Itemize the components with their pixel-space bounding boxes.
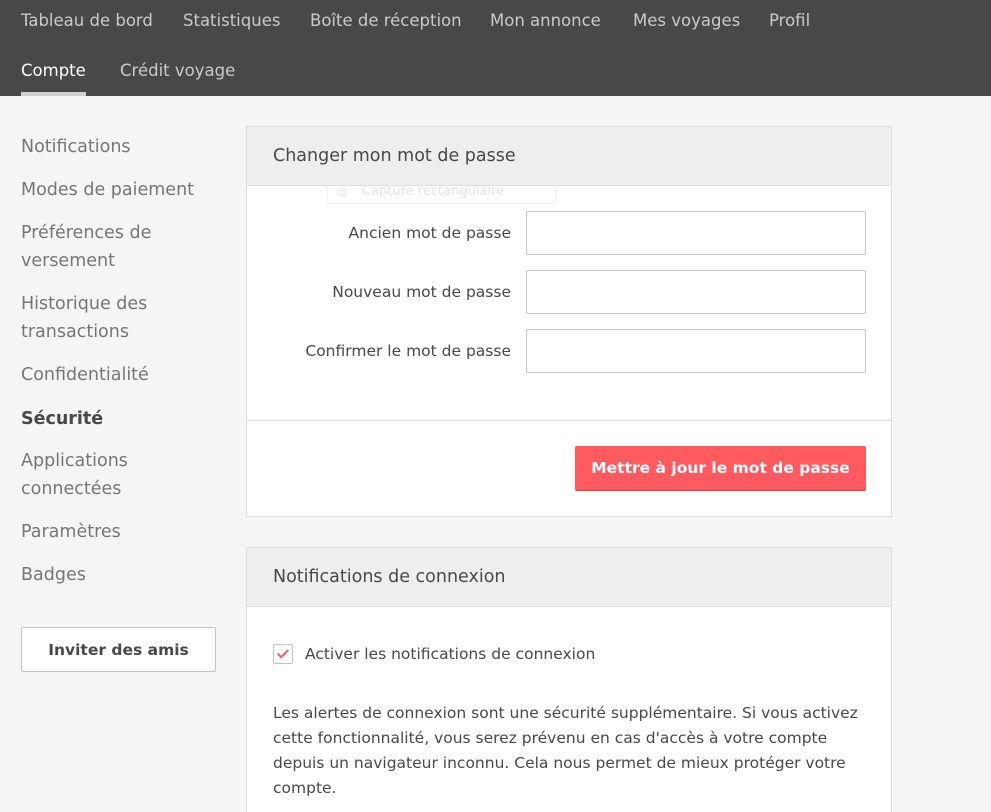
sidebar-item-preferences-de-versement[interactable]: Préférences de versement bbox=[21, 219, 181, 275]
old-password-label: Ancien mot de passe bbox=[348, 224, 511, 242]
subnav-compte[interactable]: Compte bbox=[21, 50, 86, 96]
sidebar-item-parametres[interactable]: Paramètres bbox=[21, 518, 221, 546]
new-password-input[interactable] bbox=[526, 270, 866, 314]
nav-mes-voyages[interactable]: Mes voyages bbox=[633, 0, 740, 44]
change-password-panel: Changer mon mot de passe Capture rectang… bbox=[246, 126, 892, 517]
login-notifications-checkbox[interactable] bbox=[273, 644, 293, 664]
confirm-password-label: Confirmer le mot de passe bbox=[305, 342, 511, 360]
nav-mon-annonce[interactable]: Mon annonce bbox=[490, 0, 601, 44]
nav-tableau-de-bord[interactable]: Tableau de bord bbox=[21, 0, 153, 44]
login-notifications-description: Les alertes de connexion sont une sécuri… bbox=[273, 704, 858, 797]
invite-friends-button[interactable]: Inviter des amis bbox=[21, 627, 216, 672]
nav-statistiques[interactable]: Statistiques bbox=[183, 0, 280, 44]
ghost-capture-overlay: Capture rectangulaire bbox=[327, 180, 557, 204]
sidebar-item-securite[interactable]: Sécurité bbox=[21, 405, 221, 433]
sidebar-item-notifications[interactable]: Notifications bbox=[21, 133, 221, 161]
nav-profil[interactable]: Profil bbox=[769, 0, 810, 44]
login-notifications-checkbox-label[interactable]: Activer les notifications de connexion bbox=[305, 643, 595, 665]
login-notifications-panel: Notifications de connexion Activer les n… bbox=[246, 547, 892, 812]
ghost-radio-icon bbox=[337, 187, 347, 197]
change-password-title: Changer mon mot de passe bbox=[247, 127, 891, 186]
top-navigation: Tableau de bord Statistiques Boîte de ré… bbox=[0, 0, 991, 96]
confirm-password-input[interactable] bbox=[526, 329, 866, 373]
sidebar-item-badges[interactable]: Badges bbox=[21, 561, 221, 589]
ghost-capture-text: Capture rectangulaire bbox=[362, 184, 505, 199]
sidebar-item-applications-connectees[interactable]: Applications connectées bbox=[21, 447, 161, 503]
new-password-label: Nouveau mot de passe bbox=[332, 283, 511, 301]
main-nav: Tableau de bord Statistiques Boîte de ré… bbox=[0, 0, 991, 44]
sub-nav: Compte Crédit voyage bbox=[0, 50, 991, 96]
nav-boite-de-reception[interactable]: Boîte de réception bbox=[310, 0, 462, 44]
sidebar-item-modes-de-paiement[interactable]: Modes de paiement bbox=[21, 176, 221, 204]
sidebar-item-historique-des-transactions[interactable]: Historique des transactions bbox=[21, 290, 181, 346]
checkmark-icon bbox=[276, 646, 290, 659]
sidebar-item-confidentialite[interactable]: Confidentialité bbox=[21, 361, 221, 389]
update-password-button[interactable]: Mettre à jour le mot de passe bbox=[575, 446, 866, 490]
login-notifications-title: Notifications de connexion bbox=[247, 548, 891, 607]
subnav-credit-voyage[interactable]: Crédit voyage bbox=[120, 50, 235, 94]
old-password-input[interactable] bbox=[526, 211, 866, 255]
panel-divider bbox=[247, 420, 891, 421]
